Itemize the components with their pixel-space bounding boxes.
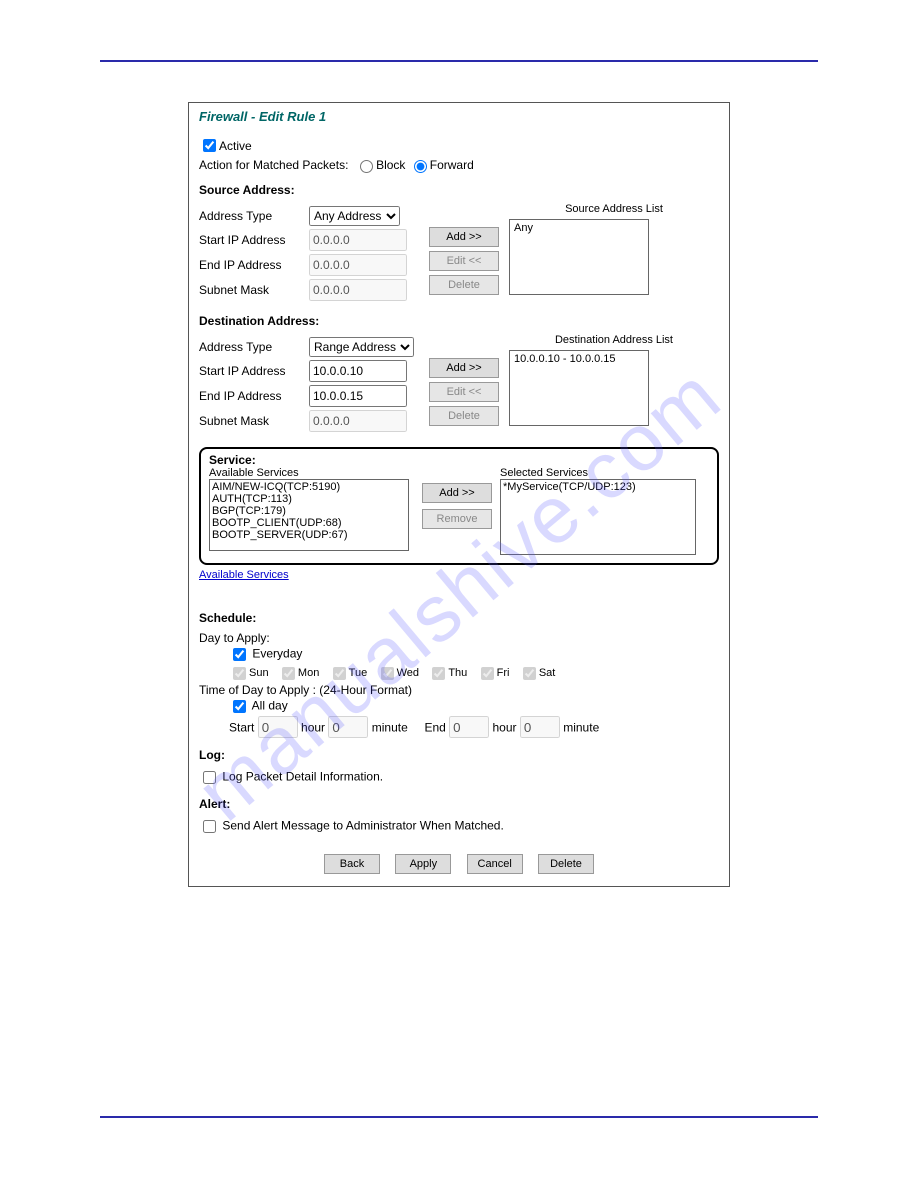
alert-checkbox[interactable] (203, 820, 216, 833)
minute-label-1: minute (372, 721, 408, 735)
top-rule (100, 60, 818, 62)
log-checkbox[interactable] (203, 771, 216, 784)
end-minute-input[interactable] (520, 716, 560, 738)
apply-button[interactable]: Apply (395, 854, 451, 874)
source-edit-button[interactable]: Edit << (429, 251, 499, 271)
hour-label-2: hour (493, 721, 517, 735)
start-label: Start (229, 721, 254, 735)
available-services-list[interactable]: AIM/NEW-ICQ(TCP:5190) AUTH(TCP:113) BGP(… (209, 479, 409, 551)
source-fields: Address Type Any Address Start IP Addres… (199, 203, 419, 304)
dest-address-type-label: Address Type (199, 340, 309, 354)
action-label: Action for Matched Packets: (199, 158, 348, 172)
log-heading: Log: (199, 748, 719, 762)
source-end-ip-input[interactable] (309, 254, 407, 276)
day-sat-checkbox[interactable] (523, 667, 536, 680)
day-to-apply-label: Day to Apply: (199, 631, 719, 645)
action-row: Action for Matched Packets: Block Forwar… (199, 157, 719, 173)
dest-heading: Destination Address: (199, 314, 719, 328)
dest-delete-button[interactable]: Delete (429, 406, 499, 426)
dest-end-ip-label: End IP Address (199, 389, 309, 403)
source-address-list[interactable]: Any (509, 219, 649, 295)
selected-services-label: Selected Services (500, 467, 709, 479)
list-item[interactable]: Any (514, 222, 644, 234)
list-item[interactable]: 10.0.0.10 - 10.0.0.15 (514, 353, 644, 365)
dest-subnet-label: Subnet Mask (199, 414, 309, 428)
day-thu-checkbox[interactable] (432, 667, 445, 680)
all-day-label: All day (252, 699, 288, 713)
start-hour-input[interactable] (258, 716, 298, 738)
hour-label-1: hour (301, 721, 325, 735)
alert-heading: Alert: (199, 797, 719, 811)
source-end-ip-label: End IP Address (199, 258, 309, 272)
selected-services-list[interactable]: *MyService(TCP/UDP:123) (500, 479, 696, 555)
source-add-button[interactable]: Add >> (429, 227, 499, 247)
service-add-button[interactable]: Add >> (422, 483, 492, 503)
cancel-button[interactable]: Cancel (467, 854, 523, 874)
active-label: Active (219, 139, 252, 153)
dest-edit-button[interactable]: Edit << (429, 382, 499, 402)
service-remove-button[interactable]: Remove (422, 509, 492, 529)
dest-address-type-select[interactable]: Range Address (309, 337, 414, 357)
alert-label: Send Alert Message to Administrator When… (222, 819, 503, 833)
source-delete-button[interactable]: Delete (429, 275, 499, 295)
list-item[interactable]: BOOTP_SERVER(UDP:67) (212, 529, 406, 541)
day-fri-checkbox[interactable] (481, 667, 494, 680)
dest-start-ip-label: Start IP Address (199, 364, 309, 378)
list-item[interactable]: AUTH(TCP:113) (212, 493, 406, 505)
service-section: Service: Available Services AIM/NEW-ICQ(… (199, 447, 719, 565)
source-subnet-input[interactable] (309, 279, 407, 301)
list-item[interactable]: BGP(TCP:179) (212, 505, 406, 517)
active-checkbox[interactable] (203, 139, 216, 152)
day-wed-checkbox[interactable] (381, 667, 394, 680)
action-block-label: Block (376, 158, 405, 172)
action-forward-label: Forward (430, 158, 474, 172)
back-button[interactable]: Back (324, 854, 380, 874)
dest-address-list[interactable]: 10.0.0.10 - 10.0.0.15 (509, 350, 649, 426)
day-sun-checkbox[interactable] (233, 667, 246, 680)
time-of-day-label: Time of Day to Apply : (24-Hour Format) (199, 683, 719, 697)
day-mon-checkbox[interactable] (282, 667, 295, 680)
active-row: Active (199, 136, 719, 155)
panel-title: Firewall - Edit Rule 1 (199, 103, 719, 134)
dest-subnet-input[interactable] (309, 410, 407, 432)
log-label: Log Packet Detail Information. (222, 770, 383, 784)
action-block-radio[interactable] (360, 160, 373, 173)
dest-add-button[interactable]: Add >> (429, 358, 499, 378)
everyday-checkbox[interactable] (233, 648, 246, 661)
dest-start-ip-input[interactable] (309, 360, 407, 382)
list-item[interactable]: *MyService(TCP/UDP:123) (503, 481, 693, 493)
source-start-ip-input[interactable] (309, 229, 407, 251)
days-row: Sun Mon Tue Wed Thu Fri Sat (229, 664, 719, 683)
minute-label-2: minute (563, 721, 599, 735)
everyday-label: Everyday (252, 647, 302, 661)
dest-list-label: Destination Address List (509, 334, 719, 346)
list-item[interactable]: AIM/NEW-ICQ(TCP:5190) (212, 481, 406, 493)
dest-fields: Address Type Range Address Start IP Addr… (199, 334, 419, 435)
time-range-row: Start hour minute End hour minute (229, 716, 719, 738)
dest-end-ip-input[interactable] (309, 385, 407, 407)
service-heading: Service: (209, 453, 709, 467)
list-item[interactable]: BOOTP_CLIENT(UDP:68) (212, 517, 406, 529)
schedule-heading: Schedule: (199, 611, 719, 625)
end-label: End (424, 721, 445, 735)
all-day-checkbox[interactable] (233, 700, 246, 713)
end-hour-input[interactable] (449, 716, 489, 738)
source-heading: Source Address: (199, 183, 719, 197)
available-services-link[interactable]: Available Services (199, 569, 289, 581)
available-services-label: Available Services (209, 467, 414, 479)
action-buttons: Back Apply Cancel Delete (199, 854, 719, 874)
source-list-label: Source Address List (509, 203, 719, 215)
source-start-ip-label: Start IP Address (199, 233, 309, 247)
source-address-type-label: Address Type (199, 209, 309, 223)
bottom-rule (100, 1116, 818, 1118)
delete-button[interactable]: Delete (538, 854, 594, 874)
day-tue-checkbox[interactable] (333, 667, 346, 680)
start-minute-input[interactable] (328, 716, 368, 738)
firewall-rule-panel: Firewall - Edit Rule 1 Active Action for… (188, 102, 730, 887)
source-address-type-select[interactable]: Any Address (309, 206, 400, 226)
action-forward-radio[interactable] (414, 160, 427, 173)
source-subnet-label: Subnet Mask (199, 283, 309, 297)
